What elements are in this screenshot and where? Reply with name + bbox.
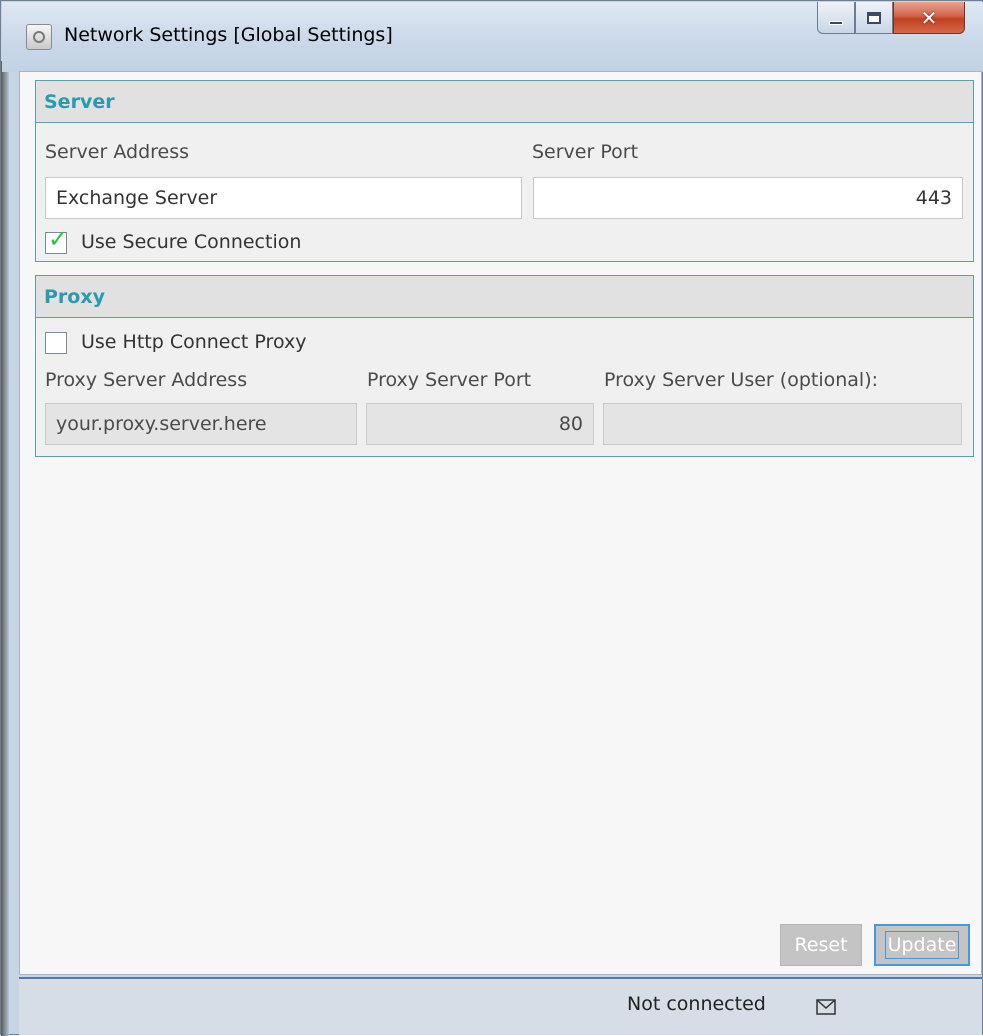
proxy-port-label: Proxy Server Port <box>367 369 532 391</box>
server-address-label: Server Address <box>45 141 190 163</box>
secure-connection-label[interactable]: Use Secure Connection <box>81 231 301 253</box>
proxy-user-input[interactable] <box>603 403 962 445</box>
status-bar: Not connected <box>19 977 982 1035</box>
server-panel-header: Server <box>36 81 973 123</box>
proxy-address-input[interactable]: your.proxy.server.here <box>45 403 357 445</box>
proxy-panel-header: Proxy <box>36 276 973 318</box>
update-button-label: Update <box>884 931 960 959</box>
window-controls: ✕ <box>817 2 965 34</box>
secure-connection-checkbox[interactable]: ✓ <box>45 227 68 254</box>
use-proxy-checkbox[interactable] <box>45 332 67 354</box>
server-port-label: Server Port <box>532 141 639 163</box>
settings-content: Server Server Address Server Port Exchan… <box>19 71 982 975</box>
proxy-port-input[interactable]: 80 <box>366 403 594 445</box>
title-bar[interactable]: Network Settings [Global Settings] ✕ <box>2 2 983 72</box>
proxy-user-label: Proxy Server User (optional): <box>604 369 879 391</box>
minimize-icon <box>829 20 843 25</box>
app-icon <box>26 24 52 50</box>
minimize-button[interactable] <box>817 2 855 34</box>
maximize-button[interactable] <box>855 2 893 34</box>
server-panel: Server Server Address Server Port Exchan… <box>35 80 974 262</box>
window-title: Network Settings [Global Settings] <box>64 24 393 46</box>
proxy-panel: Proxy Use Http Connect Proxy Proxy Serve… <box>35 275 974 457</box>
checkmark-icon: ✓ <box>48 225 69 253</box>
server-address-input[interactable]: Exchange Server <box>45 177 522 219</box>
server-port-input[interactable]: 443 <box>533 177 963 219</box>
window-edge-shadow <box>1 61 9 1036</box>
maximize-icon <box>867 11 881 24</box>
close-button[interactable]: ✕ <box>893 2 965 34</box>
close-icon: ✕ <box>920 5 938 30</box>
reset-button[interactable]: Reset <box>780 924 862 966</box>
network-settings-window: Network Settings [Global Settings] ✕ Ser… <box>0 0 983 1036</box>
mail-icon[interactable] <box>816 999 836 1015</box>
proxy-address-label: Proxy Server Address <box>45 369 248 391</box>
connection-status: Not connected <box>627 993 766 1015</box>
update-button[interactable]: Update <box>874 924 970 966</box>
use-proxy-label[interactable]: Use Http Connect Proxy <box>81 331 306 353</box>
